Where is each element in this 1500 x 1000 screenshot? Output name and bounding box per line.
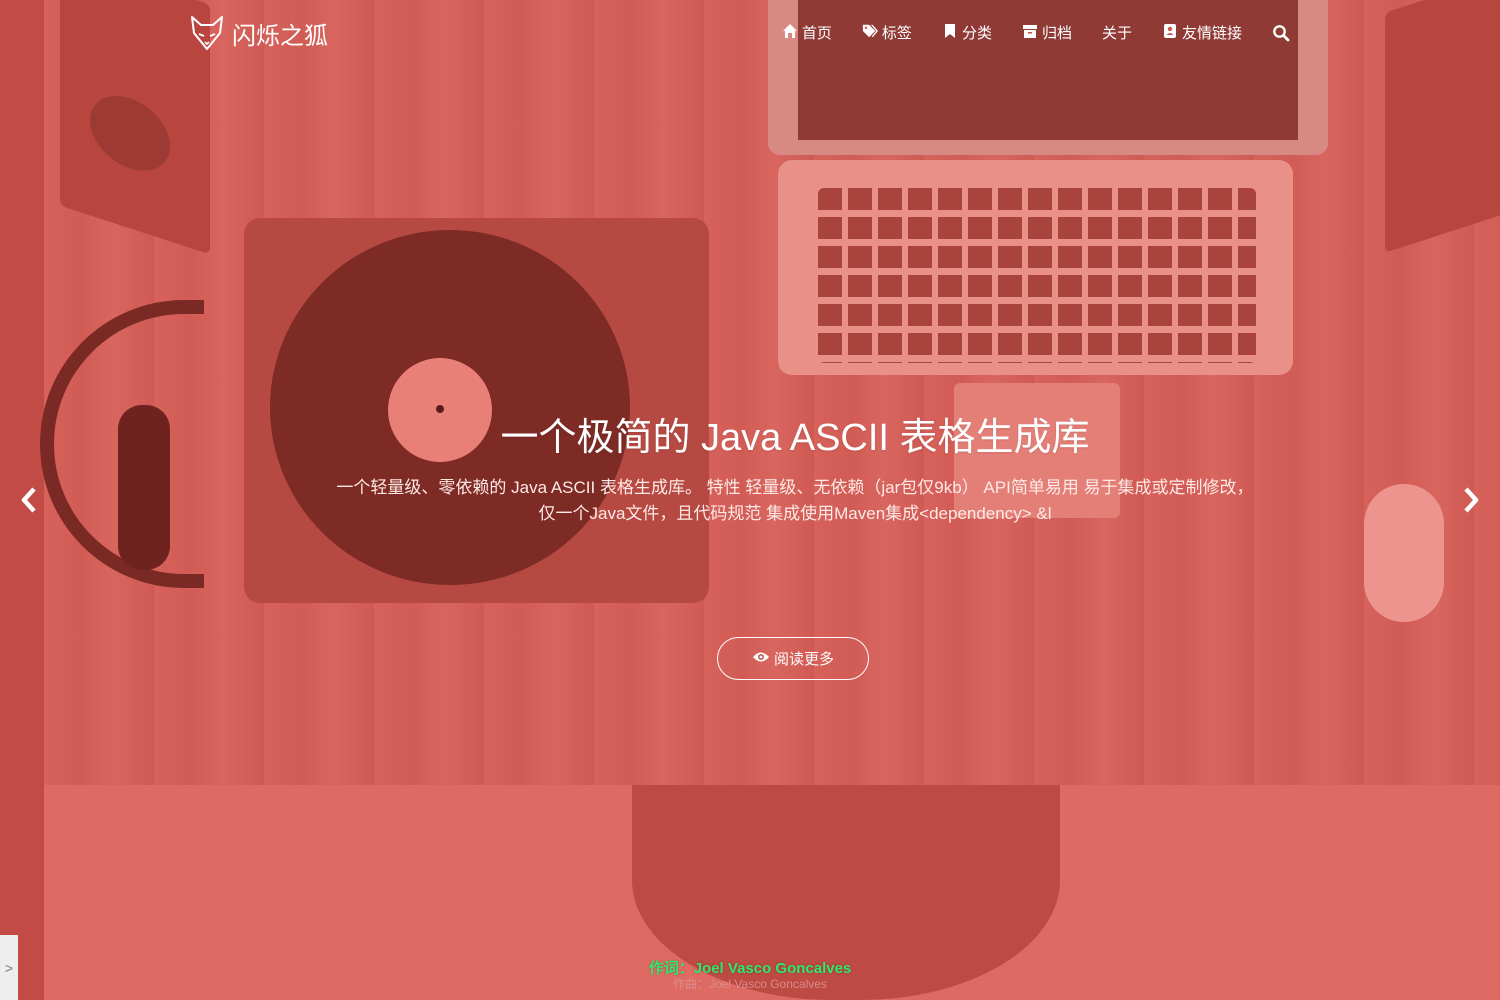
eye-icon (752, 650, 770, 668)
carousel-next-button[interactable] (1460, 486, 1482, 514)
nav-item-label: 归档 (1041, 25, 1072, 42)
search-button[interactable] (1272, 24, 1290, 42)
post-title[interactable]: 一个极简的 Java ASCII 表格生成库 (0, 406, 1500, 461)
nav-item-categories[interactable]: 分类 (942, 22, 992, 43)
home-icon (782, 23, 798, 43)
nav-item-label: 关于 (1101, 25, 1132, 42)
carousel-prev-button[interactable] (18, 486, 40, 514)
page: 闪烁之狐 首页 标签 分类 归档 关于 友情链接 一个极简的 Java ASCI… (0, 0, 1500, 1000)
brand-link[interactable]: 闪烁之狐 (190, 14, 328, 52)
read-more-button[interactable]: 阅读更多 (717, 637, 869, 680)
nav-item-tags[interactable]: 标签 (862, 22, 912, 43)
nav-item-archive[interactable]: 归档 (1022, 22, 1072, 43)
tags-icon (862, 23, 878, 43)
bookmark-icon (942, 23, 958, 43)
nav-item-label: 首页 (801, 25, 832, 42)
chevron-right-icon (1460, 487, 1482, 518)
fox-icon (190, 15, 224, 51)
laptop-keyboard (818, 188, 1256, 363)
nav-item-links[interactable]: 友情链接 (1162, 22, 1242, 43)
nav-item-label: 友情链接 (1181, 25, 1242, 42)
speaker-cone (90, 85, 170, 182)
post-excerpt: 一个轻量级、零依赖的 Java ASCII 表格生成库。 特性 轻量级、无依赖（… (336, 478, 1254, 523)
search-icon (1272, 24, 1290, 46)
nav-item-about[interactable]: 关于 (1102, 22, 1132, 43)
archive-icon (1022, 23, 1038, 43)
read-more-label: 阅读更多 (773, 651, 834, 668)
brand-name: 闪烁之狐 (232, 22, 328, 50)
lyric-next-line: 作曲：Joel Vasco Goncalves (673, 977, 827, 991)
address-card-icon (1162, 23, 1178, 43)
nav-item-label: 分类 (961, 25, 992, 42)
nav-item-label: 标签 (881, 25, 912, 42)
chevron-left-icon (18, 487, 40, 518)
nav-item-home[interactable]: 首页 (782, 22, 832, 43)
site-header: 闪烁之狐 首页 标签 分类 归档 关于 友情链接 (0, 0, 1500, 70)
mouse (1364, 484, 1444, 622)
main-nav: 首页 标签 分类 归档 关于 友情链接 (782, 22, 1290, 43)
